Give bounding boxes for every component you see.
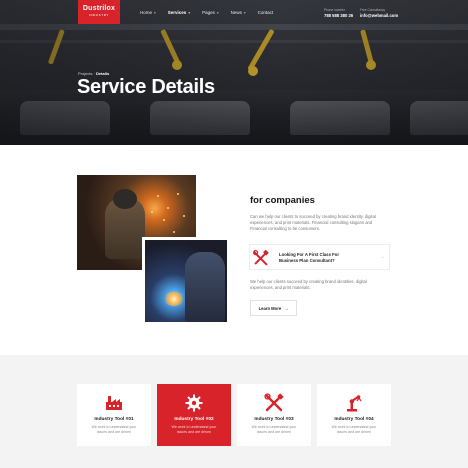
- hero-banner: Dustrilox INDUSTRY Home ▾ Services ▾ Pag…: [0, 0, 468, 145]
- nav-label: Contact: [257, 10, 274, 15]
- factory-icon: [106, 396, 122, 410]
- welder-figure: [185, 252, 225, 322]
- tools-icon: [252, 249, 269, 266]
- nav-item-news[interactable]: News ▾: [231, 10, 246, 15]
- main-nav: Home ▾ Services ▾ Pages ▾ News ▾ Contact: [140, 10, 273, 15]
- section-description: Can we help our clients to succeed by cr…: [250, 214, 376, 232]
- phone-number: 788 588 380 26: [324, 13, 354, 18]
- contact-email[interactable]: Free Consultancy info@webmail.com: [360, 8, 398, 18]
- spark: [177, 193, 179, 195]
- nav-label: News: [230, 10, 242, 15]
- nav-item-contact[interactable]: Contact: [258, 10, 274, 15]
- brand-name: Dustrilox: [82, 5, 116, 12]
- nav-label: Pages: [202, 10, 215, 15]
- spark: [167, 207, 169, 209]
- nav-label: Services: [167, 10, 187, 15]
- section-title: for companies: [250, 195, 315, 206]
- service-description: We work to understand your issues and ar…: [331, 425, 377, 435]
- consultant-promo[interactable]: Looking For A First Class For Business P…: [249, 244, 390, 270]
- service-description: We work to understand your issues and ar…: [91, 425, 137, 435]
- service-title: Industry Tool #03: [254, 417, 294, 422]
- chevron-down-icon: ▾: [216, 10, 219, 15]
- service-description: We work to understand your issues and ar…: [171, 425, 217, 435]
- robot-arm-icon: [347, 395, 362, 412]
- welding-photo: [142, 237, 230, 325]
- chevron-down-icon: ▾: [243, 10, 246, 15]
- email-address: info@webmail.com: [360, 13, 399, 18]
- arrow-right-icon[interactable]: →: [379, 254, 385, 260]
- section-description-secondary: We help our clients succeed by creating …: [250, 279, 367, 291]
- phone-label: Phone number: [324, 8, 345, 12]
- service-title: Industry Tool #04: [334, 417, 374, 422]
- promo-title: Looking For A First Class For Business P…: [279, 252, 340, 263]
- page-title: Service Details: [77, 76, 215, 98]
- chevron-down-icon: ▾: [188, 10, 191, 15]
- brand-tagline: INDUSTRY: [88, 13, 110, 17]
- arrow-right-icon: →: [284, 305, 289, 311]
- button-label: Learn More: [258, 305, 282, 311]
- service-card[interactable]: Industry Tool #04 We work to understand …: [317, 384, 391, 446]
- gear-icon: [185, 394, 203, 412]
- spark: [173, 231, 175, 233]
- nav-item-services[interactable]: Services ▾: [168, 10, 190, 15]
- service-title: Industry Tool #02: [174, 417, 214, 422]
- services-section: [0, 355, 468, 468]
- contact-phone[interactable]: Phone number 788 588 380 26: [324, 8, 353, 18]
- nav-item-pages[interactable]: Pages ▾: [202, 10, 219, 15]
- spark: [157, 195, 159, 197]
- service-card[interactable]: Industry Tool #03 We work to understand …: [237, 384, 311, 446]
- email-label: Free Consultancy: [360, 8, 385, 12]
- hero-overlay: [0, 0, 468, 145]
- service-card[interactable]: Industry Tool #02 We work to understand …: [157, 384, 231, 446]
- chevron-down-icon: ▾: [154, 10, 156, 15]
- tools-icon: [264, 393, 284, 412]
- nav-label: Home: [140, 10, 153, 15]
- nav-item-home[interactable]: Home ▾: [140, 10, 156, 15]
- brand-logo[interactable]: Dustrilox INDUSTRY: [78, 0, 120, 24]
- welding-helmet: [113, 189, 137, 209]
- spark: [151, 211, 153, 213]
- service-description: We work to understand your issues and ar…: [251, 425, 297, 435]
- service-card[interactable]: Industry Tool #01 We work to understand …: [77, 384, 151, 446]
- weld-glow: [163, 292, 185, 306]
- learn-more-button[interactable]: Learn More →: [250, 300, 297, 316]
- service-title: Industry Tool #01: [94, 417, 134, 422]
- spark: [163, 219, 165, 221]
- spark: [183, 215, 185, 217]
